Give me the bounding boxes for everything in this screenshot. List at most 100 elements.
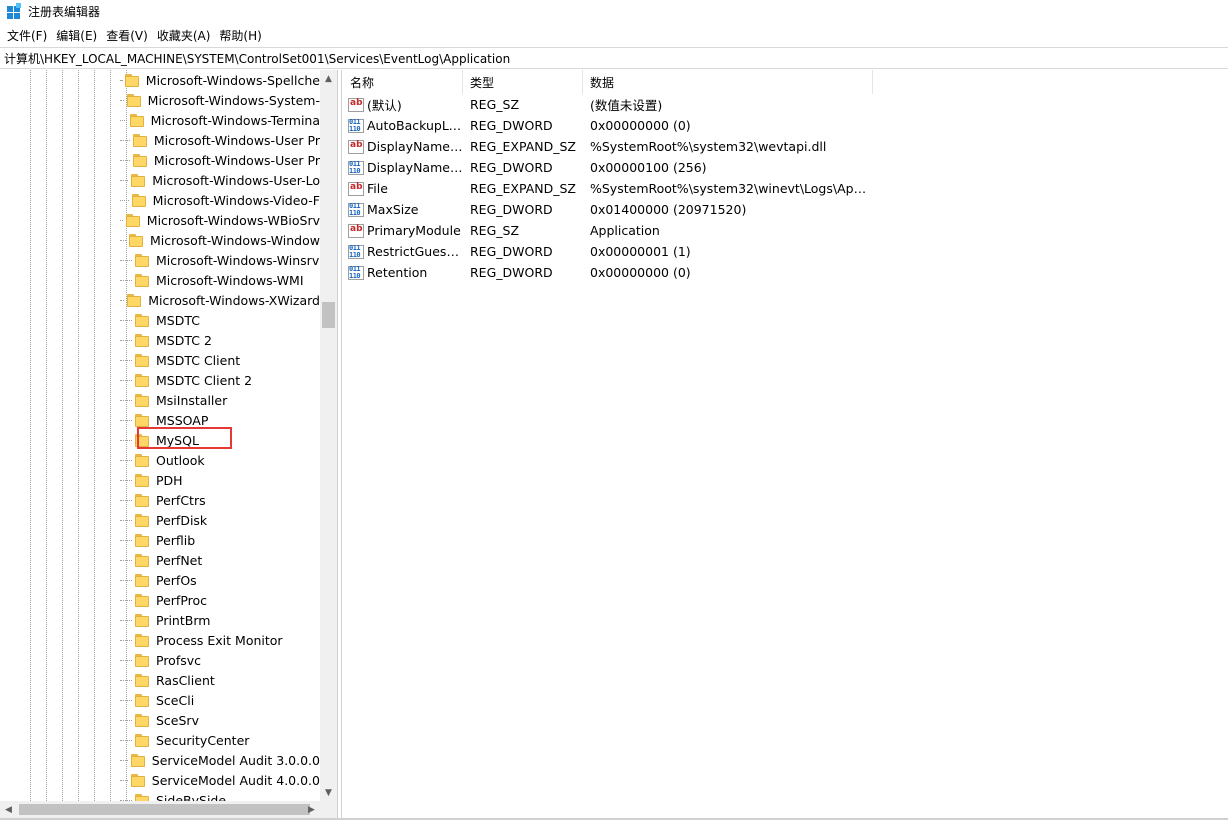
- tree-item-label: PrintBrm: [156, 612, 211, 628]
- tree-item[interactable]: MSDTC Client: [120, 350, 320, 370]
- registry-editor-icon: [6, 3, 22, 19]
- value-row[interactable]: 011 110 RestrictGuestA... REG_DWORD 0x000000…: [343, 241, 873, 262]
- tree-item[interactable]: Microsoft-Windows-WMI: [120, 270, 320, 290]
- tree-item[interactable]: Perflib: [120, 530, 320, 550]
- binary-value-icon: 011 110: [348, 202, 364, 217]
- pane-splitter[interactable]: [337, 70, 342, 818]
- value-row[interactable]: 011 110 DisplayNameID REG_DWORD 0x00000100 (…: [343, 157, 873, 178]
- folder-icon: [134, 393, 150, 407]
- value-row[interactable]: ab File REG_EXPAND_SZ %SystemRoot%\system32…: [343, 178, 873, 199]
- tree-item[interactable]: PDH: [120, 470, 320, 490]
- tree-item[interactable]: Process Exit Monitor: [120, 630, 320, 650]
- value-row[interactable]: 011 110 MaxSize REG_DWORD 0x01400000 (209715…: [343, 199, 873, 220]
- tree-branch-line: [120, 99, 124, 101]
- address-bar[interactable]: 计算机\HKEY_LOCAL_MACHINE\SYSTEM\ControlSet…: [0, 47, 1228, 69]
- scrollbar-thumb[interactable]: [19, 804, 310, 815]
- tree-item[interactable]: SceSrv: [120, 710, 320, 730]
- menu-view[interactable]: 查看(V): [103, 27, 154, 44]
- tree-item[interactable]: Profsvc: [120, 650, 320, 670]
- tree-item[interactable]: MSDTC: [120, 310, 320, 330]
- tree-item[interactable]: MSDTC 2: [120, 330, 320, 350]
- folder-icon: [126, 293, 142, 307]
- tree-item[interactable]: PerfOs: [120, 570, 320, 590]
- tree-item[interactable]: Microsoft-Windows-Window: [120, 230, 320, 250]
- value-data: (数值未设置): [590, 98, 663, 113]
- tree-item[interactable]: PrintBrm: [120, 610, 320, 630]
- tree-item[interactable]: RasClient: [120, 670, 320, 690]
- tree-item[interactable]: Microsoft-Windows-User Pr: [120, 130, 320, 150]
- tree-item[interactable]: Microsoft-Windows-WBioSrv: [120, 210, 320, 230]
- scroll-right-arrow-icon[interactable]: ▶: [303, 801, 320, 818]
- value-data: 0x00000001 (1): [590, 244, 691, 259]
- folder-icon: [134, 273, 150, 287]
- tree-item[interactable]: MSSOAP: [120, 410, 320, 430]
- tree-item[interactable]: MSDTC Client 2: [120, 370, 320, 390]
- tree-item[interactable]: Microsoft-Windows-System-: [120, 90, 320, 110]
- tree-item[interactable]: SecurityCenter: [120, 730, 320, 750]
- tree-item-label: PerfOs: [156, 572, 197, 588]
- tree-branch-line: [120, 279, 132, 281]
- tree-item[interactable]: Outlook: [120, 450, 320, 470]
- tree-guide-line: [62, 70, 63, 801]
- tree-item[interactable]: Microsoft-Windows-Video-F: [120, 190, 320, 210]
- tree-item[interactable]: Microsoft-Windows-User-Lo: [120, 170, 320, 190]
- tree-item[interactable]: PerfCtrs: [120, 490, 320, 510]
- value-name-cell: ab DisplayNameFile: [343, 139, 463, 154]
- tree-item[interactable]: PerfNet: [120, 550, 320, 570]
- value-row[interactable]: ab (默认) REG_SZ (数值未设置): [343, 94, 873, 115]
- folder-icon: [134, 733, 150, 747]
- column-header-type[interactable]: 类型: [463, 70, 583, 94]
- tree-item-label: MSDTC: [156, 312, 200, 328]
- value-row[interactable]: 011 110 AutoBackupLo... REG_DWORD 0x00000000…: [343, 115, 873, 136]
- menu-edit[interactable]: 编辑(E): [53, 27, 103, 44]
- value-row[interactable]: ab PrimaryModule REG_SZ Application: [343, 220, 873, 241]
- tree-item[interactable]: PerfDisk: [120, 510, 320, 530]
- tree-item[interactable]: PerfProc: [120, 590, 320, 610]
- tree-branch-line: [120, 79, 122, 81]
- value-row[interactable]: 011 110 Retention REG_DWORD 0x00000000 (0): [343, 262, 873, 283]
- menu-file[interactable]: 文件(F): [4, 27, 53, 44]
- tree-item[interactable]: SceCli: [120, 690, 320, 710]
- value-name-cell: 011 110 AutoBackupLo...: [343, 118, 463, 133]
- tree-item[interactable]: Microsoft-Windows-Spellche: [120, 70, 320, 90]
- folder-icon: [130, 773, 146, 787]
- value-type: REG_SZ: [470, 97, 520, 112]
- scroll-left-arrow-icon[interactable]: ◀: [0, 801, 17, 818]
- value-data: Application: [590, 223, 660, 238]
- tree-item-label: Microsoft-Windows-Termina: [150, 112, 320, 128]
- menu-help[interactable]: 帮助(H): [216, 27, 267, 44]
- tree-item[interactable]: SideBySide: [120, 790, 320, 801]
- tree-item[interactable]: MsiInstaller: [120, 390, 320, 410]
- tree-item[interactable]: ServiceModel Audit 3.0.0.0: [120, 750, 320, 770]
- tree-item[interactable]: Microsoft-Windows-Winsrv: [120, 250, 320, 270]
- address-path[interactable]: 计算机\HKEY_LOCAL_MACHINE\SYSTEM\ControlSet…: [4, 50, 510, 67]
- tree-item[interactable]: Microsoft-Windows-XWizard: [120, 290, 320, 310]
- folder-icon: [134, 633, 150, 647]
- tree-vertical-scrollbar[interactable]: ▲ ▼: [320, 70, 337, 801]
- tree-item[interactable]: Microsoft-Windows-User Pr: [120, 150, 320, 170]
- tree-item-label: Microsoft-Windows-Spellche: [145, 72, 320, 88]
- tree-branch-line: [120, 399, 132, 401]
- column-header-name[interactable]: 名称: [343, 70, 463, 94]
- scroll-down-arrow-icon[interactable]: ▼: [320, 784, 337, 801]
- tree-item[interactable]: ServiceModel Audit 4.0.0.0: [120, 770, 320, 790]
- tree-branch-line: [120, 759, 128, 761]
- tree-item[interactable]: Microsoft-Windows-Termina: [120, 110, 320, 130]
- value-row[interactable]: ab DisplayNameFile REG_EXPAND_SZ %SystemRoo…: [343, 136, 873, 157]
- tree-guide-line: [30, 70, 31, 801]
- tree-horizontal-scrollbar[interactable]: ◀ ▶: [0, 801, 337, 818]
- column-header-data[interactable]: 数据: [583, 70, 873, 94]
- tree-item-label: Perflib: [156, 532, 196, 548]
- tree-item[interactable]: MySQL: [120, 430, 320, 450]
- scroll-up-arrow-icon[interactable]: ▲: [320, 70, 337, 87]
- folder-icon: [134, 713, 150, 727]
- value-data: 0x00000000 (0): [590, 265, 691, 280]
- folder-icon: [132, 133, 148, 147]
- tree-item-label: PerfDisk: [156, 512, 208, 528]
- folder-icon: [134, 453, 150, 467]
- string-value-icon: ab: [348, 97, 364, 112]
- scrollbar-thumb[interactable]: [322, 302, 335, 328]
- tree-branch-line: [120, 599, 132, 601]
- menu-favorites[interactable]: 收藏夹(A): [154, 27, 217, 44]
- tree-item-label: SceSrv: [156, 712, 199, 728]
